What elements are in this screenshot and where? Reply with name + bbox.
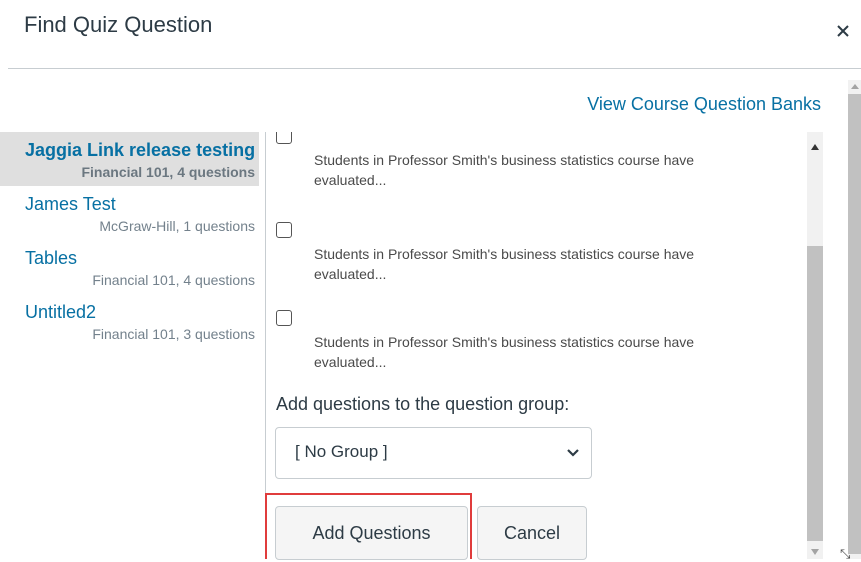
question-item: Students in Professor Smith's business s…	[276, 132, 746, 190]
scrollbar-thumb[interactable]	[848, 94, 861, 554]
question-group-selected-value: [ No Group ]	[295, 442, 388, 461]
question-text: Students in Professor Smith's business s…	[314, 334, 695, 370]
bank-name: Tables	[25, 248, 78, 268]
question-group-label: Add questions to the question group:	[276, 394, 570, 414]
question-text: Students in Professor Smith's business s…	[314, 246, 695, 282]
question-item: Students in Professor Smith's business s…	[276, 310, 746, 372]
scroll-up-arrow-icon[interactable]	[811, 144, 819, 150]
bank-meta: Financial 101, 4 questions	[92, 272, 255, 288]
question-checkbox[interactable]	[276, 222, 292, 238]
scroll-up-arrow-icon[interactable]	[851, 84, 859, 89]
bank-meta: Financial 101, 4 questions	[81, 164, 255, 180]
dialog-scrollbar[interactable]	[848, 80, 861, 559]
question-group-select[interactable]: [ No Group ]	[275, 427, 592, 479]
question-bank-list: Jaggia Link release testing Financial 10…	[0, 132, 259, 348]
bank-item-untitled2[interactable]: Untitled2 Financial 101, 3 questions	[25, 294, 259, 348]
resize-handle-icon[interactable]: ⤡	[840, 546, 850, 562]
question-item: Students in Professor Smith's business s…	[276, 222, 746, 284]
close-button[interactable]	[832, 20, 854, 42]
scrollbar-thumb[interactable]	[807, 246, 823, 541]
bank-name: James Test	[25, 194, 116, 214]
bank-name: Jaggia Link release testing	[25, 140, 256, 160]
cancel-button[interactable]: Cancel	[477, 506, 587, 560]
scroll-down-arrow-icon[interactable]	[811, 549, 819, 555]
question-checkbox[interactable]	[276, 132, 292, 144]
bank-name: Untitled2	[25, 302, 97, 322]
questions-scrollbar[interactable]	[807, 132, 823, 559]
header-divider	[8, 68, 861, 69]
bank-meta: Financial 101, 3 questions	[92, 326, 255, 342]
bank-item-tables[interactable]: Tables Financial 101, 4 questions	[25, 240, 259, 294]
bank-item-jaggia-link-release-testing[interactable]: Jaggia Link release testing Financial 10…	[0, 132, 259, 186]
view-course-question-banks-link[interactable]: View Course Question Banks	[587, 94, 821, 115]
close-icon	[837, 25, 849, 37]
bank-item-james-test[interactable]: James Test McGraw-Hill, 1 questions	[25, 186, 259, 240]
question-checkbox[interactable]	[276, 310, 292, 326]
chevron-down-icon	[567, 449, 579, 457]
dialog-title: Find Quiz Question	[24, 12, 213, 37]
question-text: Students in Professor Smith's business s…	[314, 152, 695, 188]
add-questions-button[interactable]: Add Questions	[275, 506, 468, 560]
bank-meta: McGraw-Hill, 1 questions	[99, 218, 255, 234]
